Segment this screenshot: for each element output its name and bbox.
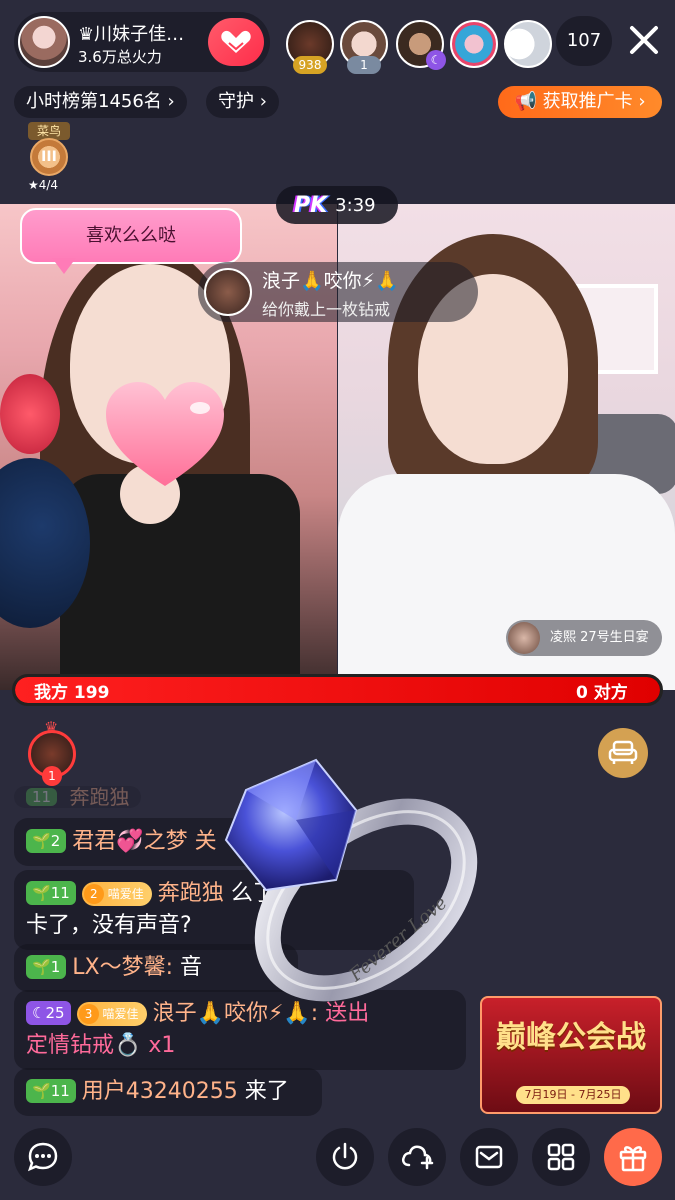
top-fan-rank: 1 [42, 766, 62, 786]
user-level-badge: 🌱11 [26, 1079, 76, 1103]
follow-button[interactable] [208, 18, 264, 66]
speech-bubble-tail [52, 258, 76, 274]
birthday-text: 凌熙 27号生日宴 [550, 630, 649, 645]
love-speech-bubble: 喜欢么么哒 [20, 208, 242, 264]
invite-button[interactable] [388, 1128, 446, 1186]
more-apps-button[interactable] [532, 1128, 590, 1186]
pk-logo: PK [294, 192, 328, 218]
medal-progress: ★4/4 [28, 178, 59, 192]
chat-username: 君君💞之梦 [72, 829, 188, 854]
chat-username: LX～梦馨: [72, 955, 173, 980]
host-name: ♛川妹子佳… [78, 24, 185, 45]
chat-text: 来了 [244, 1079, 289, 1104]
viewer-avatar-4[interactable] [450, 20, 498, 68]
user-level-badge: ☾25 [26, 1001, 71, 1025]
viewer-avatar-3[interactable]: ☾ [396, 20, 446, 70]
birthday-avatar [508, 622, 540, 654]
opponent-score: 0 对方 [576, 683, 628, 703]
host-total-firepower: 3.6万总火力 [78, 48, 162, 66]
cloud-add-icon [401, 1145, 434, 1170]
envelope-icon [475, 1145, 503, 1169]
get-promo-card-button[interactable]: 📢 获取推广卡 › [498, 86, 662, 118]
pk-timer: PK 3:39 [276, 186, 398, 224]
sofa-icon [608, 740, 638, 764]
chat-text: 送出 [325, 1001, 370, 1026]
birthday-tag[interactable]: 凌熙 27号生日宴 [506, 620, 662, 656]
chat-bubble-icon [27, 1142, 58, 1172]
fan-club-badge: 喵爱佳 [76, 1002, 147, 1026]
chat-message-1[interactable]: 🌱2 君君💞之梦 关 [14, 818, 262, 866]
pk-score-bar [12, 674, 663, 706]
viewer-avatar-2[interactable]: 1 [340, 20, 388, 74]
chat-username: 奔跑独 [157, 881, 224, 906]
rookie-medal[interactable]: 菜鸟 III ★4/4 [26, 122, 72, 194]
chat-text: 么了 [230, 881, 275, 906]
streamer-right-shirt [338, 474, 675, 690]
chat-username: 用户43240255 [81, 1079, 238, 1104]
user-level-badge: 🌱1 [26, 955, 67, 979]
gift-button[interactable] [604, 1128, 662, 1186]
heart-sticker-icon [106, 382, 224, 486]
user-level-badge: 🌱11 [26, 881, 76, 905]
moon-icon: ☾ [426, 50, 446, 70]
host-avatar[interactable] [18, 16, 70, 68]
chat-message-faded: 11 奔跑独 [14, 786, 142, 808]
chat-message-5[interactable]: 🌱11 用户43240255 来了 [14, 1068, 322, 1116]
medal-coin-icon: III [30, 138, 68, 176]
gift-sender-avatar [204, 268, 252, 316]
gift-notification: 浪子🙏咬你⚡🙏 给你戴上一枚钻戒 [198, 262, 478, 322]
streamer-left-shirt [60, 474, 300, 690]
close-button[interactable] [624, 20, 664, 60]
event-title: 巅峰公会战 [496, 1020, 646, 1055]
gift-box-icon [619, 1146, 647, 1172]
close-icon [630, 26, 658, 54]
pk-score-fill [15, 677, 660, 703]
guild-battle-banner[interactable]: 巅峰公会战 7月19日 - 7月25日 [480, 996, 662, 1114]
chat-message-2[interactable]: 🌱11喵爱佳奔跑独 么了 卡了，没有声音? [14, 870, 414, 950]
our-score: 我方 199 [34, 683, 110, 703]
guard-button[interactable]: 守护 › [206, 86, 279, 118]
chat-input-button[interactable] [14, 1128, 72, 1186]
fan-club-badge: 喵爱佳 [81, 882, 152, 906]
chat-text-line2: 定情钻戒💍 x1 [26, 1033, 176, 1058]
power-icon [332, 1142, 358, 1170]
heart-balloon [0, 374, 60, 454]
host-info-pill[interactable]: ♛川妹子佳… 3.6万总火力 [14, 12, 270, 72]
viewer-badge-2: 1 [347, 56, 381, 74]
viewer-badge-1: 938 [293, 56, 327, 74]
grid-icon [547, 1143, 575, 1171]
message-button[interactable] [460, 1128, 518, 1186]
viewer-avatar-1[interactable]: 938 [286, 20, 334, 74]
event-dates: 7月19日 - 7月25日 [516, 1086, 630, 1104]
chat-text: 音 [179, 955, 202, 980]
sofa-seat-button[interactable] [598, 728, 648, 778]
chat-message-3[interactable]: 🌱1 LX～梦馨: 音 [14, 944, 298, 992]
pk-countdown: 3:39 [335, 194, 376, 216]
viewer-count[interactable]: 107 [556, 16, 612, 66]
gift-sender-name: 浪子🙏咬你⚡🙏 [262, 270, 399, 292]
viewer-avatar-5[interactable] [504, 20, 552, 68]
top-fan[interactable]: ♛ 1 [26, 718, 80, 786]
chat-username: 浪子🙏咬你⚡🙏: [152, 1001, 319, 1026]
gift-description: 给你戴上一枚钻戒 [262, 300, 391, 319]
user-level-badge: 🌱2 [26, 829, 67, 853]
heart-hands-icon [221, 30, 251, 53]
chat-message-4[interactable]: ☾25喵爱佳浪子🙏咬你⚡🙏: 送出 定情钻戒💍 x1 [14, 990, 466, 1070]
chat-text-line2: 卡了，没有声音? [26, 913, 192, 938]
chat-text: 关 [194, 829, 217, 854]
power-button[interactable] [316, 1128, 374, 1186]
hourly-rank-button[interactable]: 小时榜第1456名 › [14, 86, 187, 118]
